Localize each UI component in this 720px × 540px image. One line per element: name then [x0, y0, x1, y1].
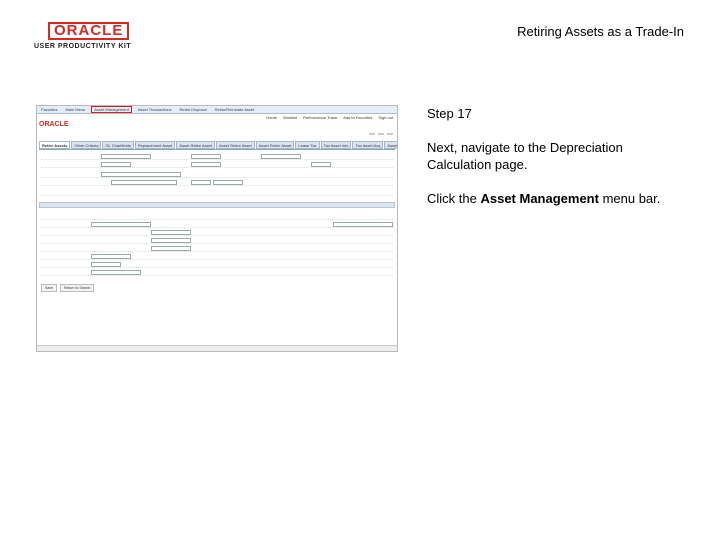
- page-title: Retiring Assets as a Trade-In: [517, 24, 684, 39]
- tab-other-criteria[interactable]: Other Criteria: [71, 141, 102, 149]
- form-row: [41, 230, 393, 236]
- tab-strip: Retire Assets Other Criteria GL Chartfie…: [39, 141, 397, 150]
- retirement-section-header: [39, 202, 395, 208]
- oracle-logo: ORACLE: [48, 22, 130, 40]
- form-field[interactable]: [151, 246, 191, 251]
- form-field[interactable]: [333, 222, 393, 227]
- button-strip: Save Return to Search: [41, 284, 95, 292]
- click-prefix: Click the: [427, 191, 481, 206]
- menu-item-asset-management[interactable]: Asset Management: [91, 106, 132, 113]
- horizontal-scrollbar[interactable]: [37, 345, 397, 351]
- app-brand-logo: ORACLE: [39, 121, 69, 128]
- tab-asset-retire-3[interactable]: Asset Retire Asset: [255, 141, 295, 149]
- form-field[interactable]: [191, 154, 221, 159]
- step-description: Next, navigate to the Depreciation Calcu…: [427, 140, 623, 172]
- form-field[interactable]: [151, 238, 191, 243]
- form-row: [41, 270, 393, 276]
- link-performance-trace[interactable]: Performance Trace: [303, 115, 337, 120]
- tab-replacement-asset[interactable]: Replacement Asset: [134, 141, 176, 149]
- form-field[interactable]: [213, 180, 243, 185]
- click-instruction: Click the Asset Management menu bar.: [427, 190, 687, 207]
- help-link[interactable]: [378, 133, 384, 135]
- link-sign-out[interactable]: Sign out: [378, 115, 393, 120]
- link-home[interactable]: Home: [266, 115, 277, 120]
- oracle-upk-logo: ORACLE USER PRODUCTIVITY KIT: [34, 22, 131, 50]
- form-field[interactable]: [261, 154, 301, 159]
- click-suffix: menu bar.: [598, 191, 661, 206]
- form-row: [41, 246, 393, 252]
- form-field[interactable]: [311, 162, 331, 167]
- form-row: [41, 162, 393, 168]
- tab-asset-retire-1[interactable]: Asset Retire Asset: [176, 141, 216, 149]
- form-row: [41, 214, 393, 220]
- form-row: [41, 190, 393, 196]
- form-row: [41, 154, 393, 160]
- click-target: Asset Management: [480, 191, 599, 206]
- link-worklist[interactable]: Worklist: [283, 115, 297, 120]
- form-field[interactable]: [191, 180, 211, 185]
- form-field[interactable]: [101, 172, 181, 177]
- tab-lease-tax[interactable]: Lease Tax: [295, 141, 320, 149]
- form-row: [41, 222, 393, 228]
- return-to-search-button[interactable]: Return to Search: [59, 284, 95, 292]
- tab-tax-asset-info[interactable]: Tax Asset Info: [320, 141, 352, 149]
- menu-item-favorites[interactable]: Favorites: [39, 107, 59, 112]
- tab-asset-retire-2[interactable]: Asset Retire Asset: [216, 141, 255, 149]
- tab-gl-chartfields[interactable]: GL Chartfields: [102, 141, 134, 149]
- form-field[interactable]: [101, 154, 151, 159]
- footer-page-links[interactable]: [41, 296, 393, 301]
- tab-asset-entity[interactable]: Asset Entity: [384, 141, 397, 149]
- form-row: [41, 254, 393, 260]
- menu-item-retire-disposal[interactable]: Retire Disposal: [178, 107, 209, 112]
- form-field[interactable]: [91, 262, 121, 267]
- tab-tax-asset-acq[interactable]: Tax Asset Acq: [352, 141, 384, 149]
- form-row: [41, 180, 393, 186]
- top-links: Home Worklist Performance Trace Add to F…: [37, 114, 397, 121]
- form-field[interactable]: [111, 180, 177, 185]
- page-tools: [369, 133, 393, 135]
- save-button[interactable]: Save: [41, 284, 57, 292]
- instruction-panel: Step 17 Next, navigate to the Depreciati…: [427, 105, 687, 224]
- form-row: [41, 172, 393, 178]
- new-window-link[interactable]: [369, 133, 375, 135]
- form-field[interactable]: [151, 230, 191, 235]
- menu-bar: Favorites Main Menu Asset Management Ass…: [37, 106, 397, 114]
- menu-item-retire-reinstate[interactable]: Retire/Reinstate Asset: [213, 107, 257, 112]
- form-row: [41, 238, 393, 244]
- form-field[interactable]: [191, 162, 221, 167]
- menu-item-main-menu[interactable]: Main Menu: [63, 107, 87, 112]
- form-field[interactable]: [91, 254, 131, 259]
- logo-subtitle: USER PRODUCTIVITY KIT: [34, 43, 132, 50]
- form-field[interactable]: [101, 162, 131, 167]
- personalize-page-link[interactable]: [387, 133, 393, 135]
- form-row: [41, 262, 393, 268]
- step-number: Step 17: [427, 106, 472, 121]
- form-field[interactable]: [91, 222, 151, 227]
- menu-item-asset-transactions[interactable]: Asset Transactions: [136, 107, 174, 112]
- form-field[interactable]: [91, 270, 141, 275]
- link-add-favorites[interactable]: Add to Favorites: [343, 115, 372, 120]
- application-screenshot: Favorites Main Menu Asset Management Ass…: [36, 105, 398, 352]
- tab-retire-assets[interactable]: Retire Assets: [39, 141, 71, 149]
